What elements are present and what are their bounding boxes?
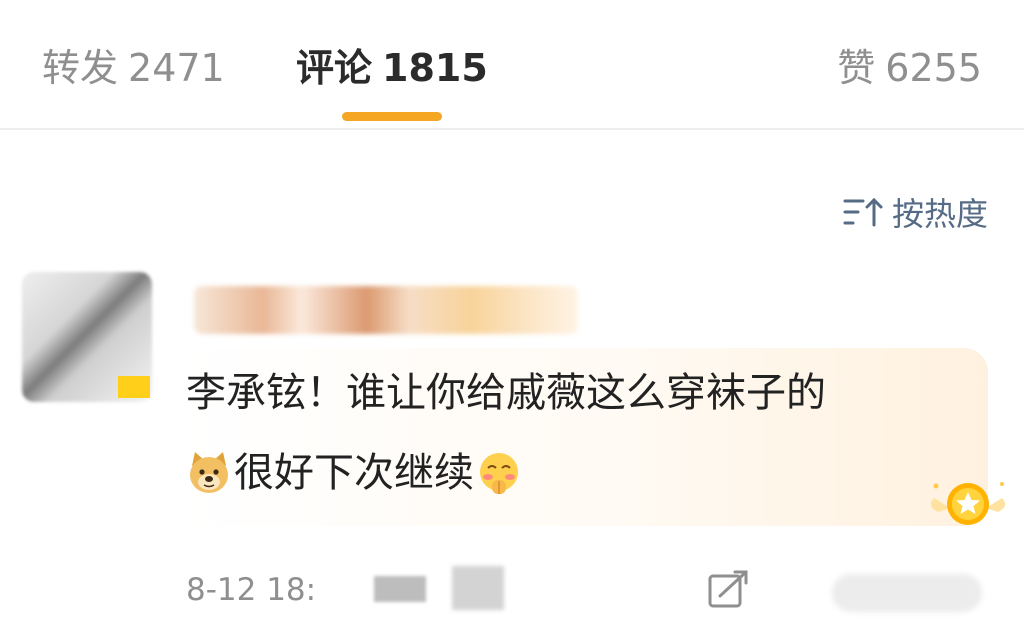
tab-likes-label: 赞 (837, 46, 876, 90)
blushing-face-emoji (480, 453, 518, 494)
username-redacted[interactable] (194, 286, 578, 334)
tab-comments-label: 评论 (296, 46, 373, 90)
active-tab-indicator (342, 112, 442, 121)
verified-badge (118, 376, 150, 398)
tab-reposts[interactable]: 转发 2471 (42, 44, 225, 92)
sort-label: 按热度 (891, 195, 988, 233)
share-icon[interactable] (706, 568, 754, 612)
location-redacted (374, 576, 426, 602)
comment-text-line2: 很好下次继续 (234, 450, 474, 496)
tab-reposts-label: 转发 (42, 46, 119, 90)
tab-likes[interactable]: 赞 6255 (837, 44, 982, 92)
comment-text-line1: 李承铉！谁让你给戚薇这么穿袜子的 (186, 370, 826, 416)
sort-descending-icon (843, 197, 883, 227)
comment-timestamp: 8-12 18: (186, 572, 317, 608)
tab-bar: 转发 2471 评论 1815 赞 6255 (0, 0, 1024, 130)
comment-text-line2-row: 很好下次继续 (186, 448, 522, 498)
medal-icon (930, 482, 1006, 525)
tab-comments[interactable]: 评论 1815 (296, 44, 488, 92)
tab-likes-count: 6255 (885, 46, 982, 90)
sort-button[interactable]: 按热度 (842, 190, 988, 234)
tab-reposts-count: 2471 (128, 46, 225, 90)
actions-redacted (832, 574, 982, 612)
doge-emoji (190, 452, 228, 493)
meta-redacted (452, 566, 504, 610)
tab-comments-count: 1815 (382, 46, 488, 90)
